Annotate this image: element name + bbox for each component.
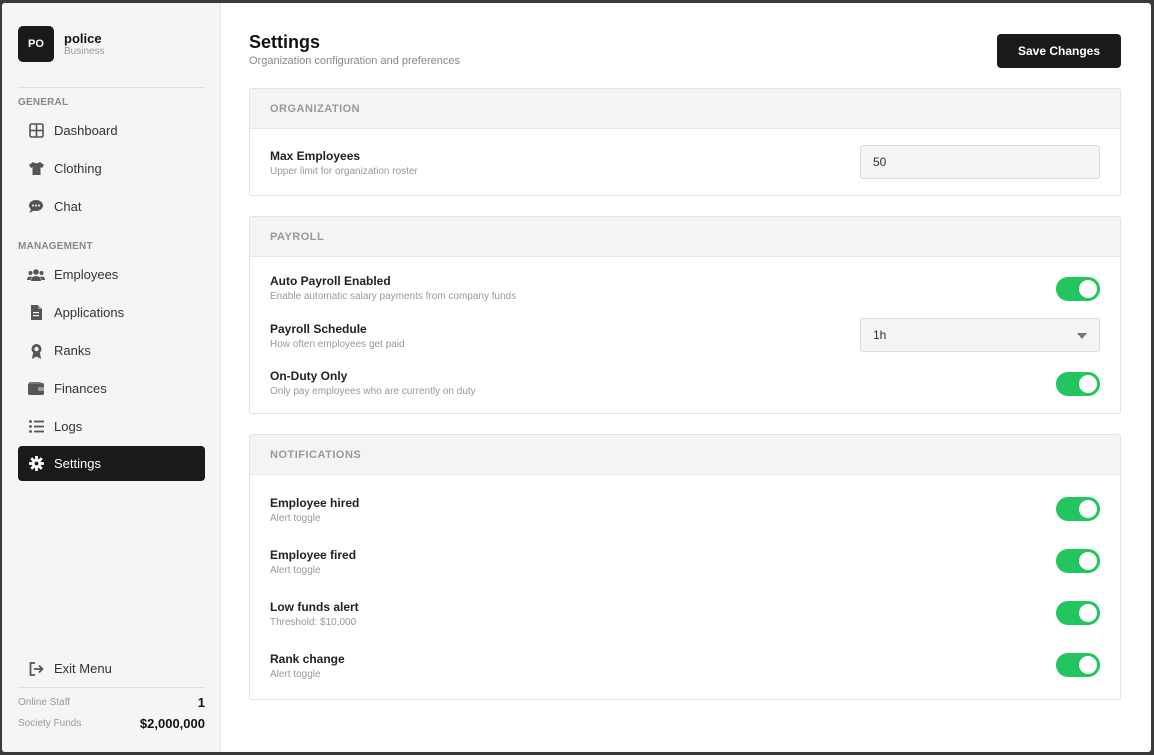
brand-name: police: [64, 30, 102, 46]
row-description: Enable automatic salary payments from co…: [270, 291, 517, 302]
notification-row: Low funds alert Threshold: $10,000: [270, 600, 1100, 629]
toggle-knob: [1079, 604, 1097, 622]
organization-card: ORGANIZATION Max Employees Upper limit f…: [249, 88, 1121, 196]
row-description: Alert toggle: [270, 513, 321, 524]
sidebar-item-clothing[interactable]: Clothing: [18, 151, 205, 186]
sidebar-item-employees[interactable]: Employees: [18, 257, 205, 292]
brand-logo: PO: [18, 26, 54, 62]
sidebar-item-chat[interactable]: Chat: [18, 189, 205, 224]
row-label: Employee hired: [270, 496, 360, 510]
section-label-general: GENERAL: [18, 97, 69, 108]
divider: [18, 687, 205, 688]
toggle-knob: [1079, 656, 1097, 674]
select-value: 1h: [873, 328, 887, 342]
card-heading: PAYROLL: [250, 217, 1120, 257]
row-label: Rank change: [270, 652, 345, 666]
row-description: Threshold: $10,000: [270, 617, 357, 628]
stat-label: Society Funds: [18, 718, 82, 729]
chat-icon: [27, 198, 45, 216]
list-icon: [27, 418, 45, 436]
low-funds-toggle[interactable]: [1056, 601, 1100, 625]
notification-row: Employee fired Alert toggle: [270, 548, 1100, 577]
payroll-schedule-select[interactable]: 1h: [860, 318, 1100, 352]
sidebar-item-applications[interactable]: Applications: [18, 295, 205, 330]
on-duty-toggle[interactable]: [1056, 372, 1100, 396]
row-label: Employee fired: [270, 548, 357, 562]
sidebar-item-label: Employees: [54, 267, 119, 282]
auto-payroll-toggle[interactable]: [1056, 277, 1100, 301]
app-window: PO police Business GENERAL Dashboard Clo…: [2, 3, 1151, 752]
stat-value: 1: [197, 695, 205, 710]
wallet-icon: [27, 380, 45, 398]
notification-row: Employee hired Alert toggle: [270, 496, 1100, 525]
shirt-icon: [27, 160, 45, 178]
row-label: Low funds alert: [270, 600, 359, 614]
row-label: Auto Payroll Enabled: [270, 274, 391, 288]
max-employees-input[interactable]: 50: [860, 145, 1100, 179]
main-content: Settings Organization configuration and …: [221, 3, 1151, 752]
row-description: Only pay employees who are currently on …: [270, 386, 476, 397]
notifications-card: NOTIFICATIONS Employee hired Alert toggl…: [249, 434, 1121, 700]
toggle-knob: [1079, 552, 1097, 570]
dashboard-icon: [27, 122, 45, 140]
sidebar-item-label: Dashboard: [54, 123, 118, 138]
row-description: Alert toggle: [270, 565, 321, 576]
sidebar-item-dashboard[interactable]: Dashboard: [18, 113, 205, 148]
row-description: Alert toggle: [270, 669, 321, 680]
society-funds-stat: Society Funds $2,000,000: [18, 716, 205, 731]
on-duty-row: On-Duty Only Only pay employees who are …: [270, 369, 1100, 398]
award-icon: [27, 342, 45, 360]
sidebar-item-label: Chat: [54, 199, 82, 214]
payroll-card: PAYROLL Auto Payroll Enabled Enable auto…: [249, 216, 1121, 414]
notification-row: Rank change Alert toggle: [270, 652, 1100, 681]
document-icon: [27, 304, 45, 322]
chevron-down-icon: [1077, 333, 1087, 339]
sidebar: PO police Business GENERAL Dashboard Clo…: [2, 3, 221, 752]
card-heading: ORGANIZATION: [250, 89, 1120, 129]
toggle-knob: [1079, 375, 1097, 393]
sidebar-item-logs[interactable]: Logs: [18, 409, 205, 444]
users-icon: [27, 266, 45, 284]
employee-hired-toggle[interactable]: [1056, 497, 1100, 521]
save-changes-button[interactable]: Save Changes: [997, 34, 1121, 68]
exit-menu-button[interactable]: Exit Menu: [18, 651, 205, 686]
page-subtitle: Organization configuration and preferenc…: [249, 55, 460, 67]
card-heading: NOTIFICATIONS: [250, 435, 1120, 475]
row-label: On-Duty Only: [270, 369, 348, 383]
sidebar-item-label: Finances: [54, 381, 107, 396]
gear-icon: [27, 455, 45, 473]
toggle-knob: [1079, 280, 1097, 298]
exit-icon: [27, 660, 45, 678]
page-title: Settings: [249, 32, 321, 52]
toggle-knob: [1079, 500, 1097, 518]
sidebar-item-ranks[interactable]: Ranks: [18, 333, 205, 368]
sidebar-item-settings[interactable]: Settings: [18, 446, 205, 481]
auto-payroll-row: Auto Payroll Enabled Enable automatic sa…: [270, 274, 1100, 303]
stat-value: $2,000,000: [139, 716, 205, 731]
stat-label: Online Staff: [18, 697, 71, 708]
divider: [18, 87, 205, 88]
sidebar-item-finances[interactable]: Finances: [18, 371, 205, 406]
sidebar-item-label: Logs: [54, 419, 83, 434]
sidebar-item-label: Applications: [54, 305, 125, 320]
online-staff-stat: Online Staff 1: [18, 695, 205, 710]
exit-menu-label: Exit Menu: [54, 661, 112, 676]
sidebar-item-label: Ranks: [54, 343, 91, 358]
employee-fired-toggle[interactable]: [1056, 549, 1100, 573]
sidebar-item-label: Settings: [54, 456, 101, 471]
section-label-management: MANAGEMENT: [18, 241, 93, 252]
brand: PO police Business: [18, 26, 105, 62]
brand-type: Business: [64, 45, 105, 57]
rank-change-toggle[interactable]: [1056, 653, 1100, 677]
sidebar-item-label: Clothing: [54, 161, 102, 176]
